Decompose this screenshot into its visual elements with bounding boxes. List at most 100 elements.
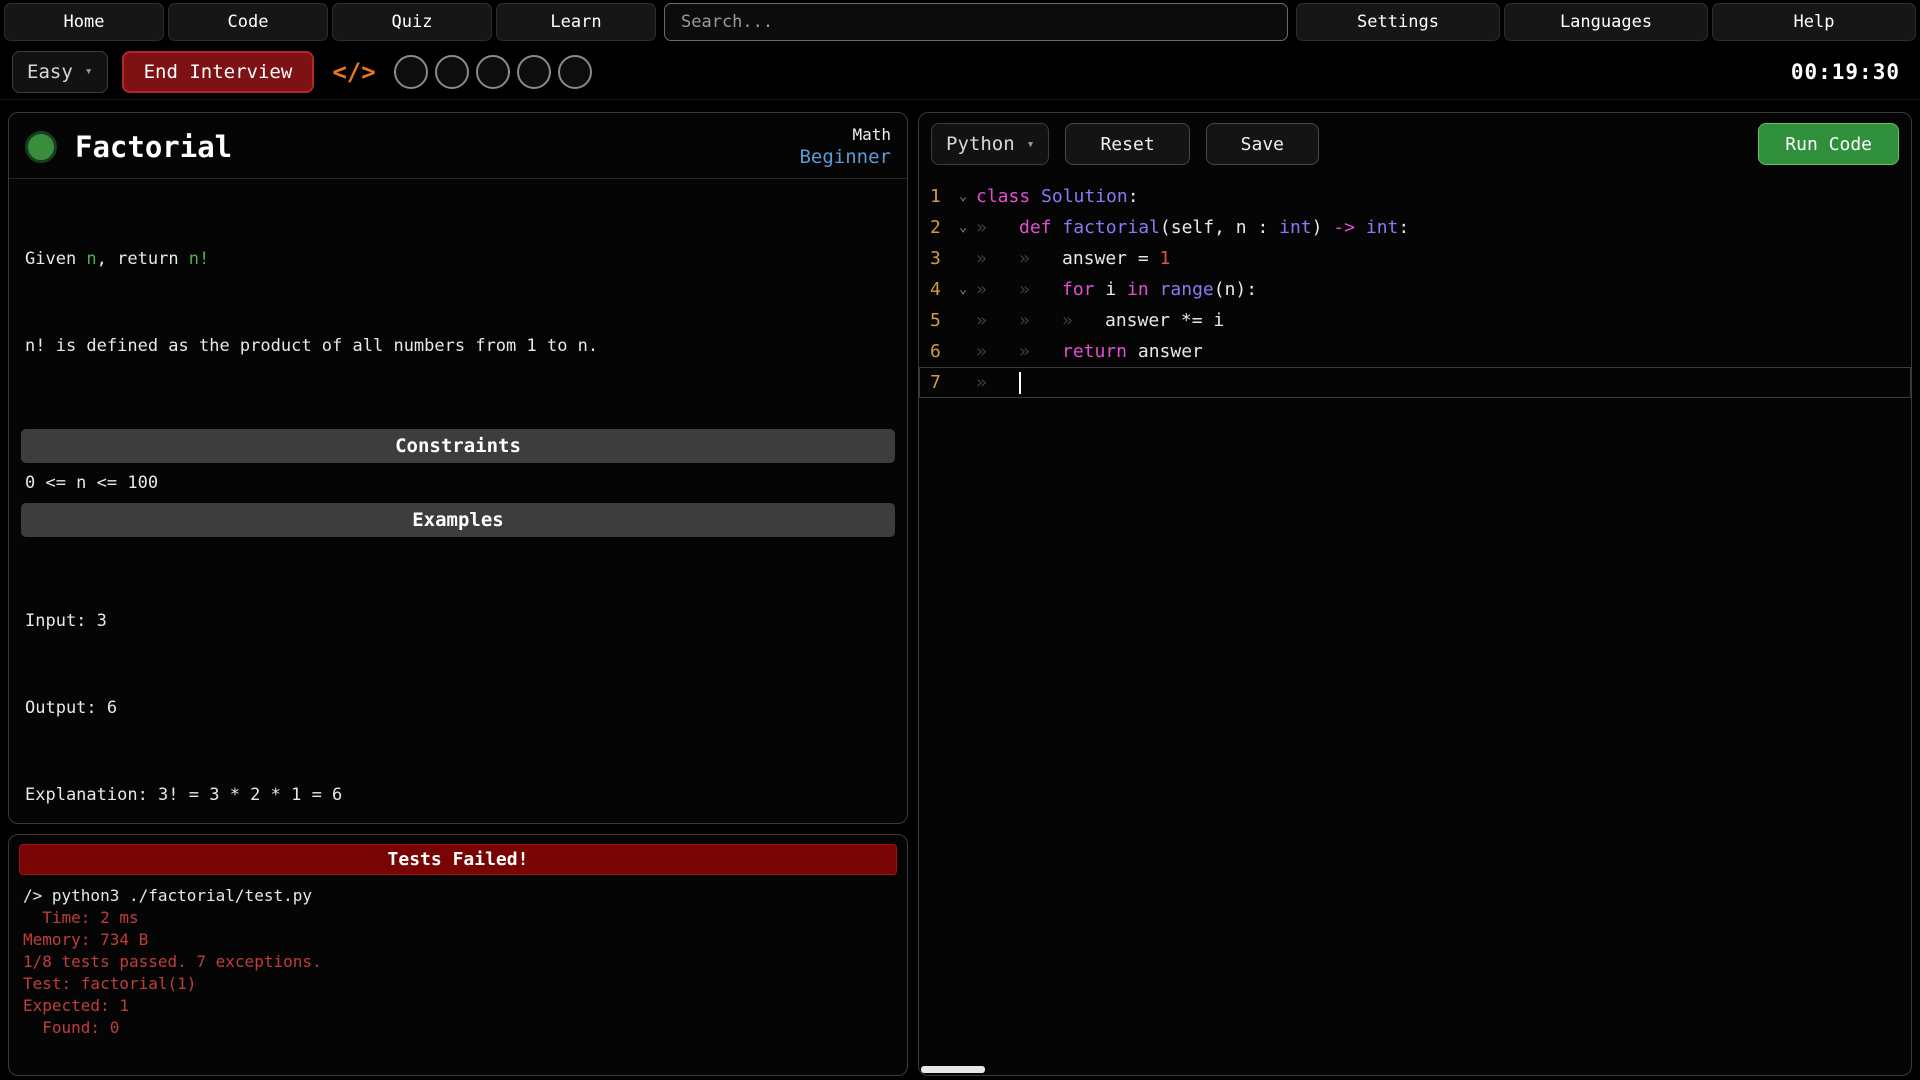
example-1: Input: 3 Output: 6 Explanation: 3! = 3 *… bbox=[25, 549, 891, 824]
code-editor[interactable]: 1⌄class Solution:2⌄»def factorial(self, … bbox=[919, 175, 1911, 1075]
test-output-line: /> python3 ./factorial/test.py bbox=[23, 885, 893, 907]
code-token: in bbox=[1127, 279, 1160, 300]
interview-toolbar: Easy ▾ End Interview </> 00:19:30 bbox=[0, 44, 1920, 100]
problem-status-icon bbox=[25, 131, 57, 163]
progress-circle bbox=[517, 55, 551, 89]
line-number: 2 bbox=[920, 217, 950, 238]
chevron-down-icon: ▾ bbox=[1027, 137, 1035, 152]
left-column: Factorial Math Beginner Given n, return … bbox=[8, 112, 908, 1076]
code-line[interactable]: 3»»answer = 1 bbox=[919, 243, 1911, 274]
main-area: Factorial Math Beginner Given n, return … bbox=[0, 100, 1920, 1080]
example-input: Input: 3 bbox=[25, 607, 891, 636]
code-icon: </> bbox=[328, 58, 379, 86]
fold-chevron-icon[interactable]: ⌄ bbox=[950, 189, 976, 204]
example-explanation: Explanation: 3! = 3 * 2 * 1 = 6 bbox=[25, 781, 891, 810]
nav-item-quiz[interactable]: Quiz bbox=[332, 3, 492, 41]
indent-guide-icon: » bbox=[1019, 279, 1062, 300]
indent-guide-icon: » bbox=[976, 217, 1019, 238]
indent-guide-icon: » bbox=[976, 341, 1019, 362]
nav-item-code[interactable]: Code bbox=[168, 3, 328, 41]
problem-category: Math bbox=[852, 125, 891, 144]
nav-item-home[interactable]: Home bbox=[4, 3, 164, 41]
indent-guide-icon: » bbox=[976, 372, 1019, 393]
editor-h-scrollbar[interactable] bbox=[921, 1066, 985, 1073]
problem-description-line2: n! is defined as the product of all numb… bbox=[25, 332, 891, 361]
code-token: int bbox=[1366, 217, 1399, 238]
nav-item-settings[interactable]: Settings bbox=[1296, 3, 1500, 41]
problem-panel: Factorial Math Beginner Given n, return … bbox=[8, 112, 908, 824]
code-line[interactable]: 1⌄class Solution: bbox=[919, 181, 1911, 212]
fold-chevron-icon[interactable]: ⌄ bbox=[950, 220, 976, 235]
progress-circles bbox=[394, 55, 592, 89]
code-token: factorial bbox=[1062, 217, 1160, 238]
constraints-header: Constraints bbox=[21, 429, 895, 463]
code-token: 1 bbox=[1160, 248, 1171, 269]
reset-button[interactable]: Reset bbox=[1065, 123, 1189, 165]
progress-circle bbox=[394, 55, 428, 89]
line-number: 5 bbox=[920, 310, 950, 331]
run-code-button[interactable]: Run Code bbox=[1758, 123, 1899, 165]
indent-guide-icon: » bbox=[976, 248, 1019, 269]
nav-item-languages[interactable]: Languages bbox=[1504, 3, 1708, 41]
code-token: return bbox=[1062, 341, 1138, 362]
code-token: for bbox=[1062, 279, 1105, 300]
line-number: 7 bbox=[920, 372, 950, 393]
chevron-down-icon: ▾ bbox=[85, 64, 93, 79]
end-interview-button[interactable]: End Interview bbox=[122, 51, 315, 93]
progress-circle bbox=[558, 55, 592, 89]
difficulty-value: Easy bbox=[27, 61, 73, 83]
code-token: : bbox=[1128, 186, 1139, 207]
code-token: int bbox=[1279, 217, 1312, 238]
nav-item-learn[interactable]: Learn bbox=[496, 3, 656, 41]
progress-circle bbox=[435, 55, 469, 89]
code-lines: 1⌄class Solution:2⌄»def factorial(self, … bbox=[919, 181, 1911, 398]
code-token: answer bbox=[1138, 341, 1203, 362]
code-token: : bbox=[1398, 217, 1409, 238]
indent-guide-icon: » bbox=[1019, 310, 1062, 331]
indent-guide-icon: » bbox=[1062, 310, 1105, 331]
problem-tags: Math Beginner bbox=[799, 125, 891, 168]
page-title: Factorial bbox=[75, 130, 232, 164]
code-line[interactable]: 5»»»answer *= i bbox=[919, 305, 1911, 336]
example-output: Output: 6 bbox=[25, 694, 891, 723]
line-number: 3 bbox=[920, 248, 950, 269]
code-token: def bbox=[1019, 217, 1062, 238]
code-token: i bbox=[1105, 279, 1127, 300]
examples-block: Input: 3 Output: 6 Explanation: 3! = 3 *… bbox=[9, 543, 907, 824]
text-cursor bbox=[1019, 372, 1021, 394]
indent-guide-icon: » bbox=[1019, 341, 1062, 362]
problem-header: Factorial Math Beginner bbox=[9, 113, 907, 179]
code-token: -> bbox=[1333, 217, 1355, 238]
progress-circle bbox=[476, 55, 510, 89]
app-window: Home Code Quiz Learn Settings Languages … bbox=[0, 0, 1920, 1080]
difficulty-select[interactable]: Easy ▾ bbox=[12, 51, 108, 93]
problem-description-line1: Given n, return n! bbox=[25, 245, 891, 274]
language-select[interactable]: Python ▾ bbox=[931, 123, 1049, 165]
nav-left: Home Code Quiz Learn bbox=[4, 3, 656, 41]
tests-status-banner: Tests Failed! bbox=[19, 844, 897, 875]
test-output-line: Time: 2 ms bbox=[23, 907, 893, 929]
code-line[interactable]: 2⌄»def factorial(self, n : int) -> int: bbox=[919, 212, 1911, 243]
interview-timer: 00:19:30 bbox=[1791, 60, 1908, 84]
test-output-line: Found: 0 bbox=[23, 1017, 893, 1039]
code-token: ) bbox=[1312, 217, 1334, 238]
indent-guide-icon: » bbox=[976, 279, 1019, 300]
code-token: (n): bbox=[1214, 279, 1257, 300]
search-input[interactable] bbox=[664, 3, 1288, 41]
line-number: 4 bbox=[920, 279, 950, 300]
editor-toolbar: Python ▾ Reset Save Run Code bbox=[919, 113, 1911, 175]
test-output-line: Memory: 734 B bbox=[23, 929, 893, 951]
code-line[interactable]: 7» bbox=[919, 367, 1911, 398]
test-output-line: 1/8 tests passed. 7 exceptions. bbox=[23, 951, 893, 973]
save-button[interactable]: Save bbox=[1206, 123, 1319, 165]
problem-difficulty[interactable]: Beginner bbox=[799, 146, 891, 168]
code-token: (self, n : bbox=[1160, 217, 1279, 238]
code-token bbox=[1355, 217, 1366, 238]
code-line[interactable]: 4⌄»»for i in range(n): bbox=[919, 274, 1911, 305]
test-output-line: Test: factorial(1) bbox=[23, 973, 893, 995]
line-number: 6 bbox=[920, 341, 950, 362]
code-line[interactable]: 6»»return answer bbox=[919, 336, 1911, 367]
tests-panel: Tests Failed! /> python3 ./factorial/tes… bbox=[8, 834, 908, 1076]
fold-chevron-icon[interactable]: ⌄ bbox=[950, 282, 976, 297]
nav-item-help[interactable]: Help bbox=[1712, 3, 1916, 41]
